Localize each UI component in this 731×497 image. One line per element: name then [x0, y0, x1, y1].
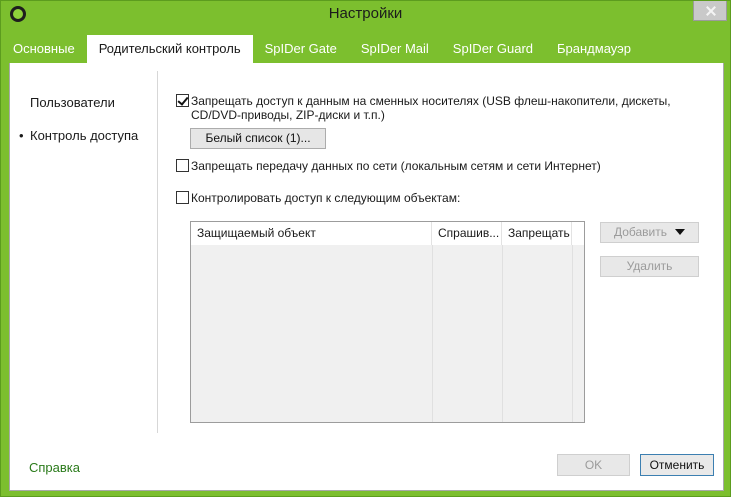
cancel-button[interactable]: Отменить: [640, 454, 714, 476]
control-objects-label: Контролировать доступ к следующим объект…: [191, 191, 461, 205]
add-button[interactable]: Добавить: [600, 222, 699, 243]
content-panel: Пользователи • Контроль доступа Запрещат…: [9, 63, 724, 491]
dropdown-arrow-icon: [675, 229, 686, 235]
column-divider: [572, 245, 573, 422]
tab-spider-gate[interactable]: SpIDer Gate: [253, 35, 349, 63]
sidebar-item-access-control[interactable]: Контроль доступа: [30, 128, 138, 143]
sidebar-item-users[interactable]: Пользователи: [30, 95, 115, 110]
title-bar: Настройки: [1, 1, 730, 29]
whitelist-button[interactable]: Белый список (1)...: [190, 128, 326, 149]
column-divider: [432, 245, 433, 422]
block-network-label: Запрещать передачу данных по сети (локал…: [191, 159, 601, 173]
column-header-object[interactable]: Защищаемый объект: [191, 222, 432, 245]
tab-spider-guard[interactable]: SpIDer Guard: [441, 35, 545, 63]
column-header-block[interactable]: Запрещать: [502, 222, 572, 245]
sidebar: Пользователи • Контроль доступа: [10, 71, 158, 433]
tab-general[interactable]: Основные: [1, 35, 87, 63]
close-button[interactable]: [693, 1, 727, 21]
block-removable-checkbox[interactable]: [176, 94, 189, 107]
window-title: Настройки: [328, 5, 403, 22]
tab-spider-mail[interactable]: SpIDer Mail: [349, 35, 441, 63]
selected-bullet: •: [19, 128, 24, 143]
control-objects-checkbox[interactable]: [176, 191, 189, 204]
block-removable-label-line1: Запрещать доступ к данным на сменных нос…: [191, 94, 671, 108]
add-button-label: Добавить: [613, 225, 668, 239]
help-link[interactable]: Справка: [29, 460, 80, 475]
column-divider: [502, 245, 503, 422]
block-network-checkbox[interactable]: [176, 159, 189, 172]
tab-parental-control[interactable]: Родительский контроль: [86, 35, 253, 63]
settings-window: Настройки Основные Родительский контроль…: [0, 0, 731, 497]
protected-objects-table[interactable]: Защищаемый объект Спрашив... Запрещать: [190, 221, 585, 423]
tab-firewall[interactable]: Брандмауэр: [545, 35, 643, 63]
tab-bar: Основные Родительский контроль SpIDer Ga…: [1, 35, 730, 63]
remove-button[interactable]: Удалить: [600, 256, 699, 277]
table-header: Защищаемый объект Спрашив... Запрещать: [191, 222, 584, 245]
ok-button[interactable]: OK: [557, 454, 630, 476]
block-removable-label-line2: CD/DVD-приводы, ZIP-диски и т.п.): [191, 108, 385, 122]
column-header-ask[interactable]: Спрашив...: [432, 222, 502, 245]
